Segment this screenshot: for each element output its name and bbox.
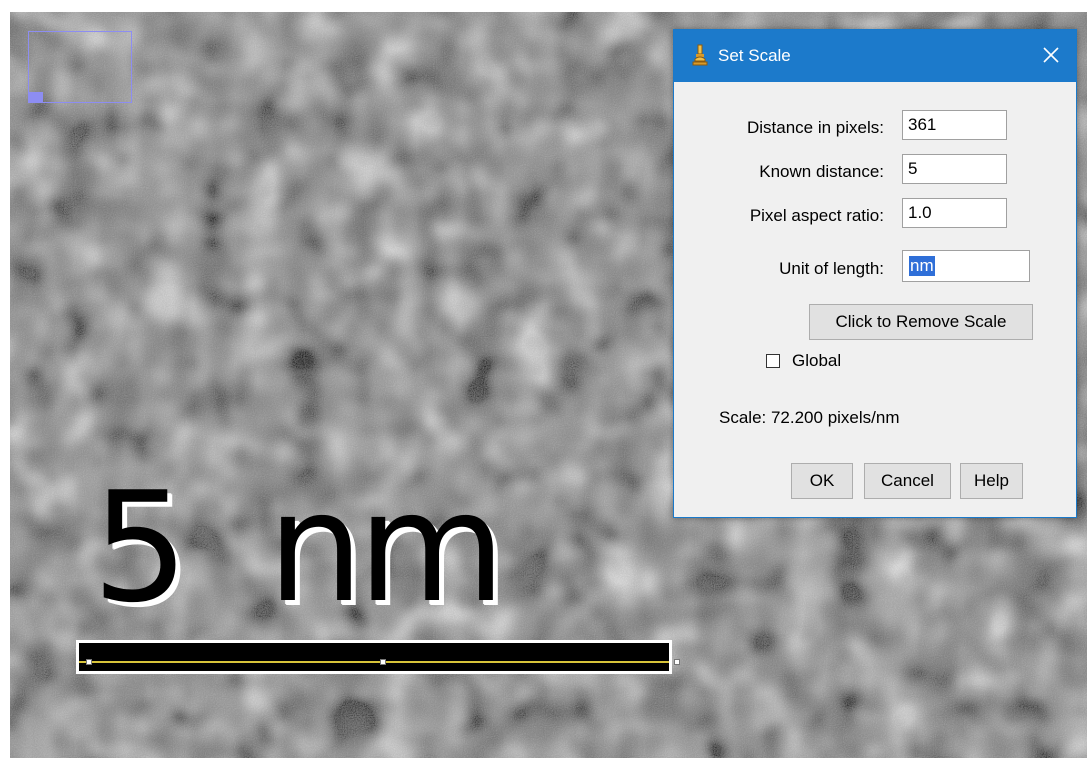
close-icon [1043,47,1059,63]
known-distance-field[interactable] [902,154,1007,184]
dialog-title: Set Scale [718,46,791,65]
pixel-aspect-ratio-field[interactable] [902,198,1007,228]
navigator-marker [29,92,43,102]
unit-of-length-field[interactable]: nm [902,250,1030,282]
scale-info-text: Scale: 72.200 pixels/nm [719,408,900,427]
image-navigator[interactable] [28,31,132,103]
scale-bar [76,640,672,674]
global-checkbox[interactable] [766,354,780,368]
scale-line-start-handle[interactable] [86,659,92,665]
unit-of-length-label: Unit of length: [779,259,884,278]
unit-of-length-value: nm [909,256,935,276]
distance-pixels-label: Distance in pixels: [746,118,884,137]
microscope-icon [692,44,708,66]
set-scale-dialog: Set Scale Distance in pixels: Known dist… [673,29,1077,518]
help-button[interactable]: Help [960,463,1023,499]
scale-line-mid-handle[interactable] [380,659,386,665]
scale-line-selection[interactable] [79,661,669,663]
scale-bar-label: 5 nm [92,459,506,636]
global-label: Global [792,351,842,370]
dialog-titlebar[interactable]: Set Scale [674,30,1076,82]
remove-scale-button[interactable]: Click to Remove Scale [809,304,1033,340]
close-button[interactable] [1036,40,1066,70]
pixel-aspect-ratio-label: Pixel aspect ratio: [749,206,884,225]
known-distance-label: Known distance: [759,162,884,181]
cancel-button[interactable]: Cancel [864,463,951,499]
distance-pixels-field[interactable] [902,110,1007,140]
scale-line-end-handle[interactable] [674,659,680,665]
ok-button[interactable]: OK [791,463,853,499]
